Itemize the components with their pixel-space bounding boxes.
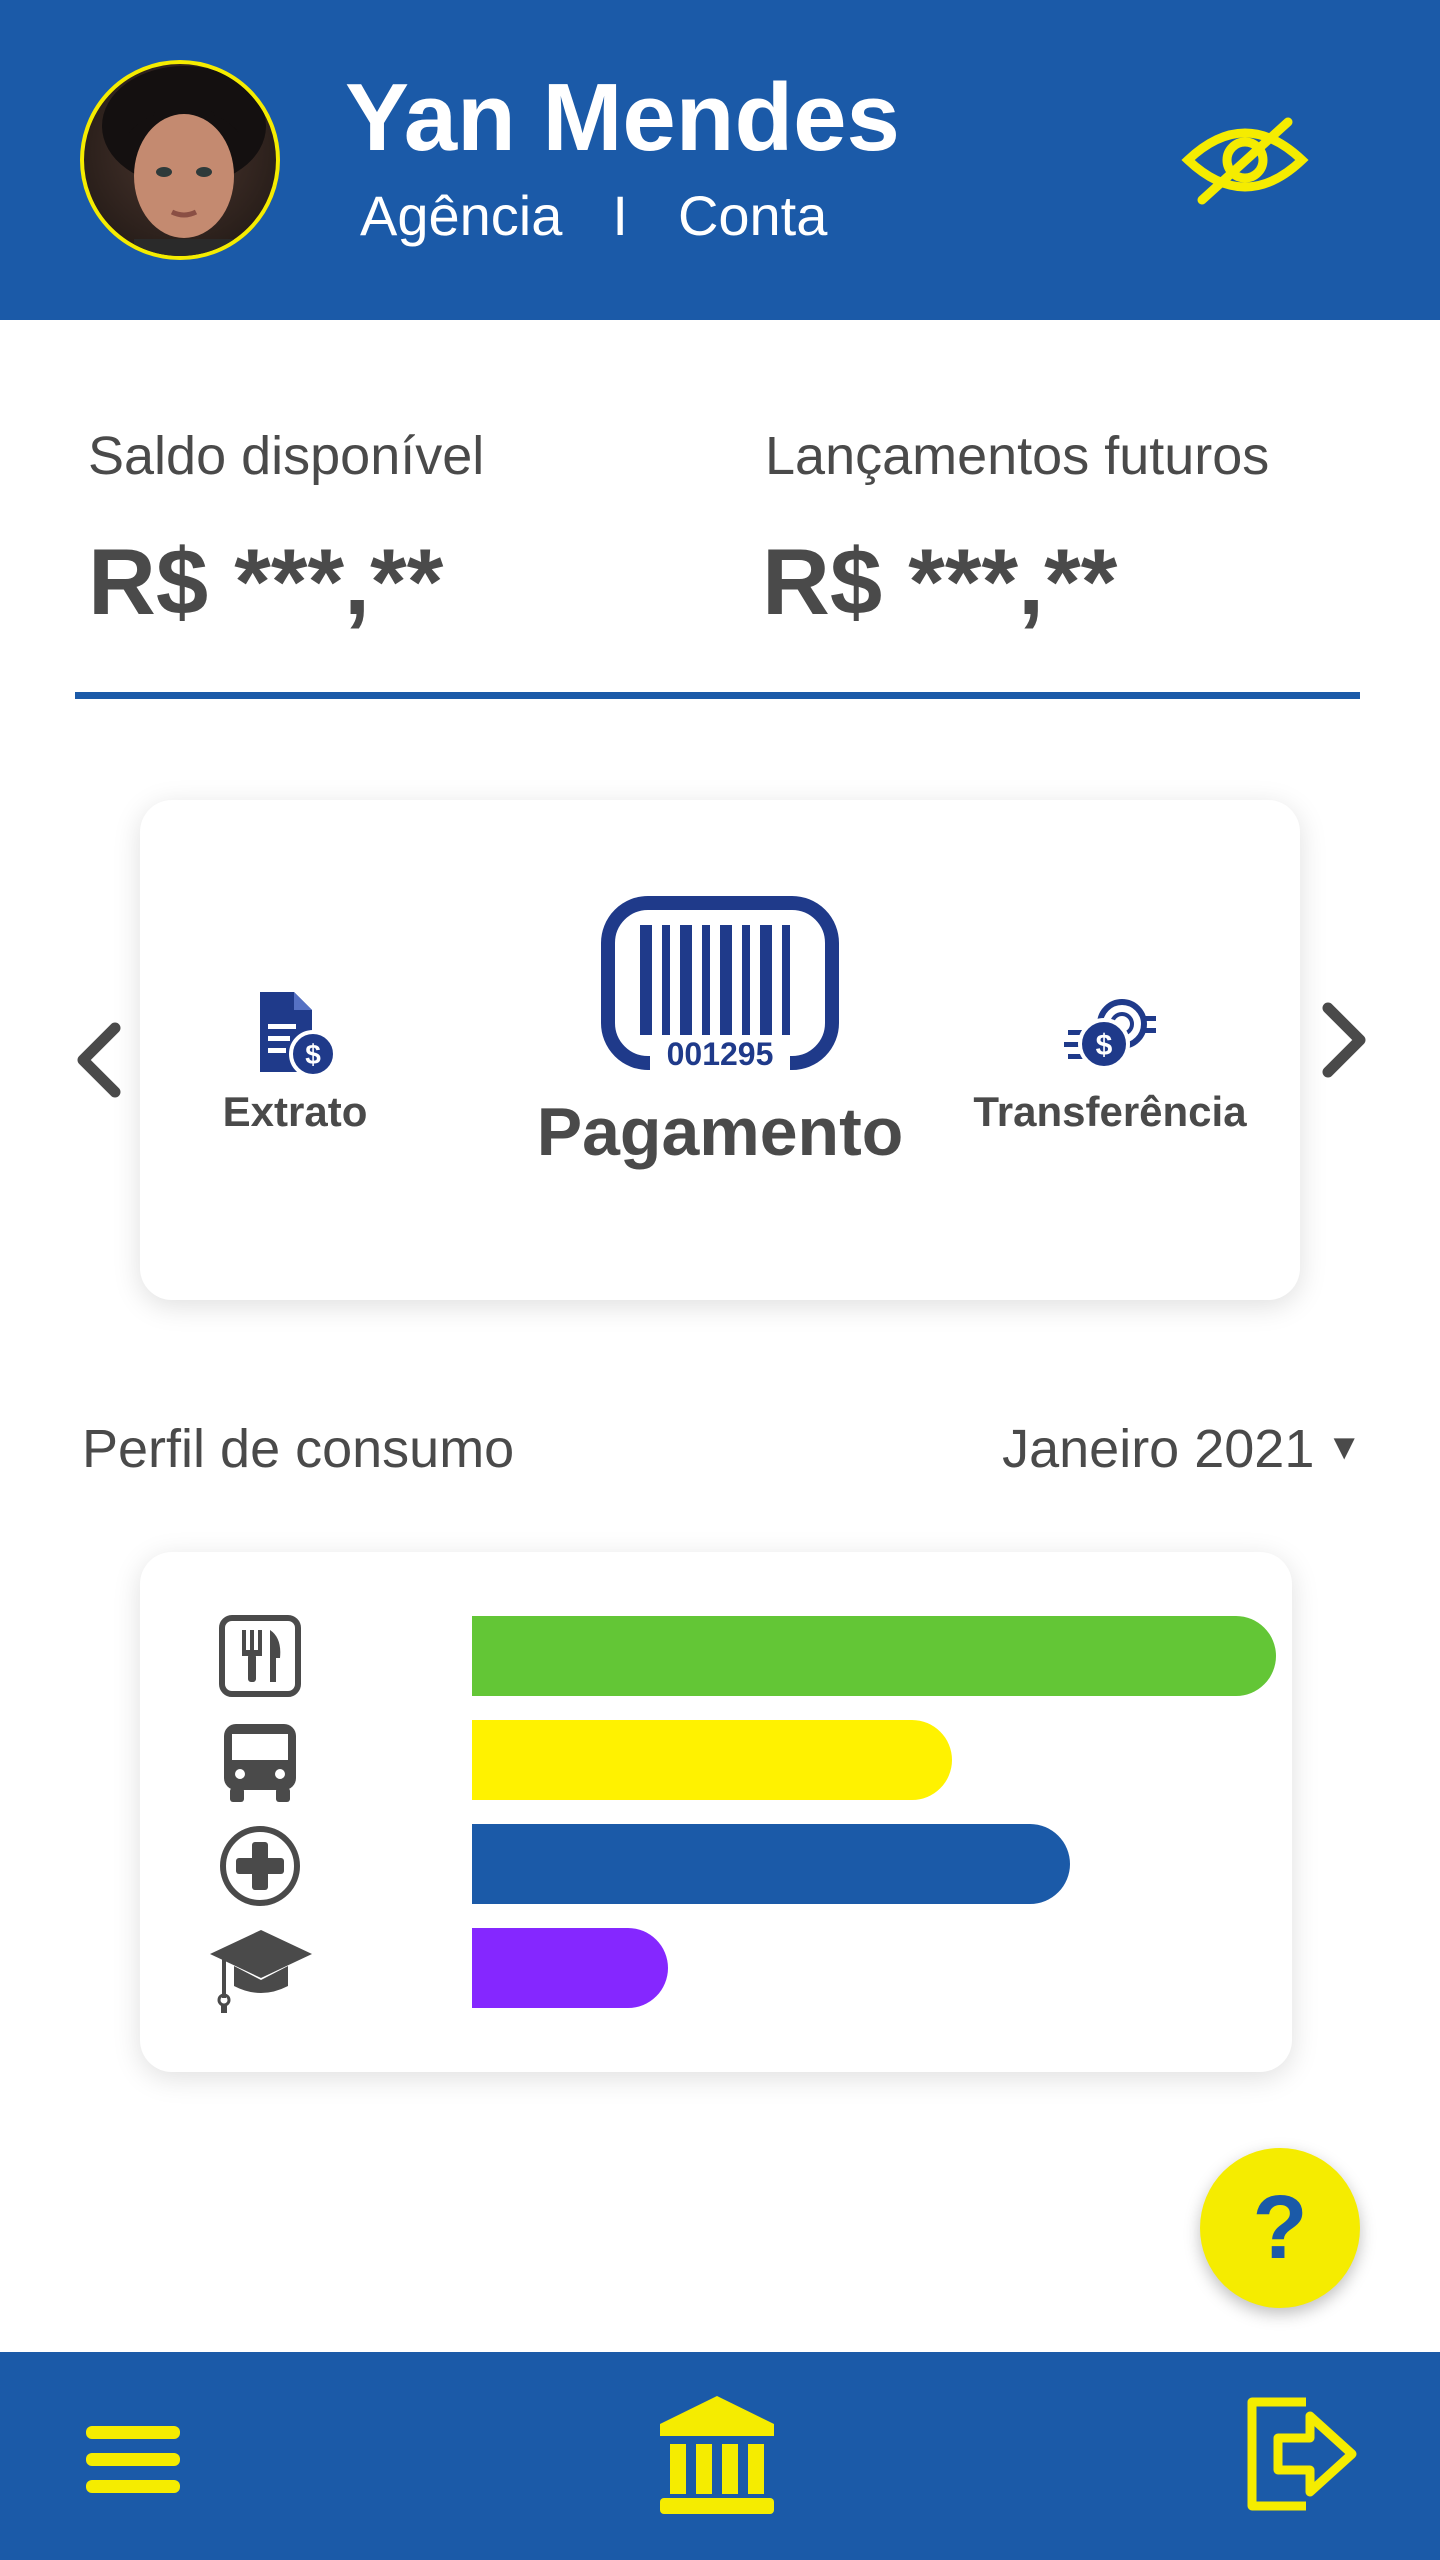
bank-icon (660, 2396, 774, 2514)
transfer-action[interactable]: $ Transferência (960, 990, 1260, 1136)
account-label: Conta (677, 184, 828, 247)
account-info: Agência I Conta (360, 188, 827, 244)
menu-button[interactable] (84, 2420, 184, 2505)
future-entries-label: Lançamentos futuros (765, 426, 1270, 486)
avatar-portrait (102, 66, 266, 256)
svg-text:$: $ (305, 1039, 321, 1070)
consumption-chart-card (140, 1552, 1292, 2072)
carousel-prev-button[interactable] (65, 1010, 135, 1110)
barcode-number: 001295 (667, 1036, 774, 1072)
logout-icon (1247, 2397, 1357, 2511)
bus-icon (218, 1720, 302, 1809)
user-name: Yan Mendes (345, 64, 900, 171)
transfer-label: Transferência (973, 1088, 1247, 1135)
menu-icon (86, 2426, 180, 2493)
statement-label: Extrato (222, 1088, 368, 1135)
balance-divider (75, 692, 1360, 699)
bar-restaurant (472, 1616, 1276, 1696)
payment-label: Pagamento (536, 1094, 904, 1170)
chevron-left-icon (77, 1022, 121, 1098)
available-balance-value: R$ ***,** (88, 529, 444, 634)
help-button[interactable]: ? (1200, 2148, 1360, 2308)
logout-button[interactable] (1244, 2396, 1360, 2517)
payment-action[interactable]: 001295 Pagamento (500, 895, 940, 1171)
svg-text:$: $ (1096, 1029, 1113, 1062)
future-entries-value: R$ ***,** (762, 529, 1118, 634)
statement-action[interactable]: $ Extrato (205, 990, 385, 1136)
barcode-icon: 001295 (601, 896, 839, 1072)
bottom-navigation (0, 2352, 1440, 2560)
agency-account-separator: I (612, 184, 628, 247)
available-balance-label: Saldo disponível (88, 426, 485, 486)
statement-icon: $ (260, 992, 337, 1078)
consumption-profile-title: Perfil de consumo (82, 1419, 515, 1479)
eye-off-icon (1181, 117, 1309, 205)
caret-down-icon: ▼ (1326, 1426, 1362, 1467)
carousel-next-button[interactable] (1308, 990, 1378, 1090)
quick-actions-card: $ Extrato 001295 Pagamento $ Transferênc… (140, 800, 1300, 1300)
period-select[interactable]: Janeiro 2021 ▼ (1002, 1418, 1362, 1480)
bar-education (472, 1928, 668, 2008)
education-icon (206, 1924, 316, 2019)
transfer-icon: $ (1064, 999, 1156, 1070)
bank-button[interactable] (656, 2394, 778, 2523)
health-icon (218, 1824, 302, 1913)
bar-transport (472, 1720, 952, 1800)
bar-health (472, 1824, 1070, 1904)
toggle-balance-visibility-button[interactable] (1180, 110, 1310, 210)
period-select-value: Janeiro 2021 (1002, 1419, 1315, 1479)
avatar[interactable] (80, 60, 280, 260)
app-header: Yan Mendes Agência I Conta (0, 0, 1440, 320)
restaurant-icon (218, 1614, 302, 1703)
agency-label: Agência (360, 184, 563, 247)
chevron-right-icon (1322, 1002, 1366, 1078)
